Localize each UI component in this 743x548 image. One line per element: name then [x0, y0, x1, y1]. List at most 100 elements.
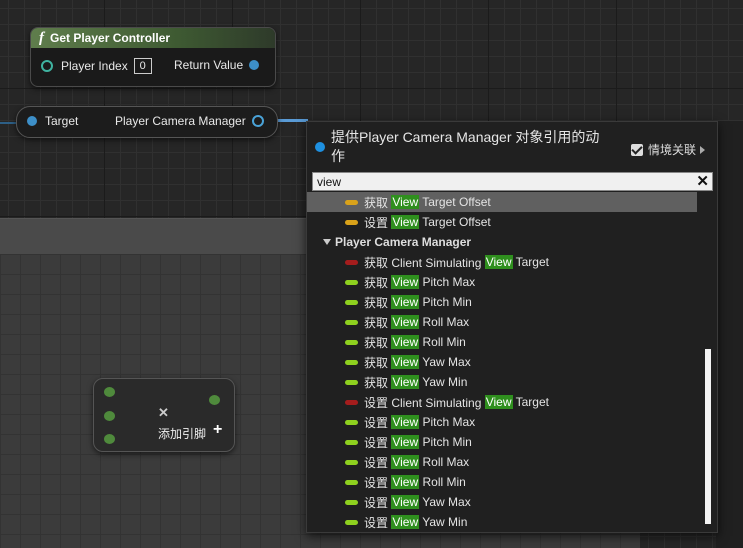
action-label-prefix: 获取: [364, 335, 392, 350]
action-label-prefix: 获取: [364, 295, 392, 310]
remove-pin-icon[interactable]: ✕: [158, 405, 169, 421]
action-item[interactable]: 设置 View Roll Max: [307, 452, 697, 472]
action-label-prefix: 设置: [364, 435, 392, 450]
action-list[interactable]: 获取 View Target Offset 设置 View Target Offs…: [307, 191, 702, 531]
action-label-suffix: Target: [512, 255, 549, 269]
camera-manager-output-pin-icon[interactable]: [251, 115, 264, 127]
action-item[interactable]: 设置 View Roll Min: [307, 472, 697, 492]
variable-type-icon: [345, 259, 358, 265]
search-match-highlight: View: [391, 295, 420, 309]
action-item[interactable]: 获取 Client Simulating View Target: [307, 252, 697, 272]
action-item[interactable]: 设置 Client Simulating View Target: [307, 392, 697, 412]
search-match-highlight: View: [391, 335, 420, 349]
search-input[interactable]: [315, 173, 689, 190]
action-item[interactable]: 获取 View Pitch Max: [307, 272, 697, 292]
target-pin-row: Target: [27, 114, 78, 128]
action-label-prefix: 设置 Client Simulating: [364, 395, 485, 410]
expand-arrow-icon[interactable]: [700, 145, 706, 154]
action-label-prefix: 设置: [364, 415, 392, 430]
action-item[interactable]: 获取 View Roll Max: [307, 312, 697, 332]
variable-type-icon: [345, 499, 358, 505]
return-value-label: Return Value: [174, 58, 244, 72]
output-pin-icon[interactable]: [209, 395, 220, 405]
search-match-highlight: View: [391, 275, 420, 289]
variable-type-icon: [345, 459, 358, 465]
input-pin-icon[interactable]: [104, 411, 115, 421]
variable-type-icon: [345, 379, 358, 385]
action-label-suffix: Roll Min: [419, 335, 466, 349]
player-index-pin-icon[interactable]: [41, 60, 53, 72]
search-box[interactable]: ✕: [312, 172, 713, 191]
action-item[interactable]: 设置 View Pitch Max: [307, 412, 697, 432]
get-player-controller-node[interactable]: f Get Player Controller Player Index 0 R…: [30, 27, 276, 87]
action-item[interactable]: 设置 View Yaw Max: [307, 492, 697, 512]
right-edge-panel: [716, 121, 743, 548]
action-label-suffix: Roll Max: [419, 455, 470, 469]
action-label-suffix: Pitch Max: [419, 415, 476, 429]
search-match-highlight: View: [391, 315, 420, 329]
add-pin-label[interactable]: 添加引脚: [158, 425, 206, 442]
context-sensitive-toggle[interactable]: 情境关联: [631, 141, 706, 158]
input-pin-icon[interactable]: [104, 434, 115, 444]
return-value-pin-icon[interactable]: [249, 60, 260, 70]
player-index-label: Player Index: [61, 59, 128, 73]
variable-type-icon: [345, 399, 358, 405]
category-header[interactable]: Player Camera Manager: [307, 232, 697, 252]
action-label-prefix: 获取: [364, 315, 392, 330]
search-match-highlight: View: [391, 515, 420, 529]
search-match-highlight: View: [391, 495, 420, 509]
variable-type-icon: [345, 339, 358, 345]
variable-type-icon: [345, 199, 358, 205]
action-label-suffix: Pitch Min: [419, 435, 472, 449]
variable-type-icon: [345, 299, 358, 305]
pin-type-icon: [315, 142, 325, 152]
action-label-prefix: 获取: [364, 275, 392, 290]
action-item[interactable]: 获取 View Pitch Min: [307, 292, 697, 312]
variable-type-icon: [345, 279, 358, 285]
variable-type-icon: [345, 439, 358, 445]
action-label-prefix: 设置: [364, 475, 392, 490]
action-item[interactable]: 获取 View Yaw Min: [307, 372, 697, 392]
action-item[interactable]: 获取 View Roll Min: [307, 332, 697, 352]
variable-type-icon: [345, 219, 358, 225]
search-match-highlight: View: [391, 415, 420, 429]
action-item[interactable]: 设置 View Pitch Min: [307, 432, 697, 452]
action-label-suffix: Yaw Max: [419, 495, 471, 509]
variable-type-icon: [345, 359, 358, 365]
action-item[interactable]: 设置 View Target Offset: [307, 212, 697, 232]
add-pin-icon[interactable]: +: [213, 421, 222, 439]
scrollbar-thumb[interactable]: [705, 349, 711, 524]
context-sensitive-label: 情境关联: [648, 143, 697, 157]
add-pin-node[interactable]: ✕ 添加引脚 +: [93, 378, 235, 452]
node-header[interactable]: f Get Player Controller: [31, 28, 275, 48]
player-camera-manager-node[interactable]: Target Player Camera Manager: [16, 106, 278, 138]
action-menu: 提供Player Camera Manager 对象引用的动作 情境关联 ✕ 获…: [306, 121, 718, 533]
action-item[interactable]: 获取 View Target Offset: [307, 192, 697, 212]
action-label-suffix: Roll Min: [419, 475, 466, 489]
collapse-triangle-icon[interactable]: [323, 239, 331, 245]
camera-manager-output-row: Player Camera Manager: [115, 114, 264, 128]
variable-type-icon: [345, 519, 358, 525]
player-index-input[interactable]: 0: [133, 58, 152, 74]
action-label-prefix: 获取: [364, 195, 392, 210]
action-label-suffix: Pitch Min: [419, 295, 472, 309]
action-label-suffix: Target Offset: [419, 215, 491, 229]
action-label-prefix: 设置: [364, 455, 392, 470]
action-label-suffix: Yaw Max: [419, 355, 471, 369]
action-label-prefix: 获取: [364, 355, 392, 370]
search-match-highlight: View: [484, 255, 513, 269]
action-label-suffix: Pitch Max: [419, 275, 476, 289]
action-item[interactable]: 获取 View Yaw Max: [307, 352, 697, 372]
search-match-highlight: View: [391, 195, 420, 209]
search-match-highlight: View: [391, 435, 420, 449]
search-match-highlight: View: [484, 395, 513, 409]
context-sensitive-checkbox[interactable]: [631, 143, 643, 156]
search-match-highlight: View: [391, 215, 420, 229]
action-item[interactable]: 设置 View Yaw Min: [307, 512, 697, 531]
clear-search-icon[interactable]: ✕: [696, 172, 709, 190]
action-label-suffix: Target: [512, 395, 549, 409]
target-pin-icon[interactable]: [27, 116, 37, 126]
input-pin-icon[interactable]: [104, 387, 115, 397]
camera-manager-output-label: Player Camera Manager: [115, 114, 246, 128]
variable-type-icon: [345, 479, 358, 485]
